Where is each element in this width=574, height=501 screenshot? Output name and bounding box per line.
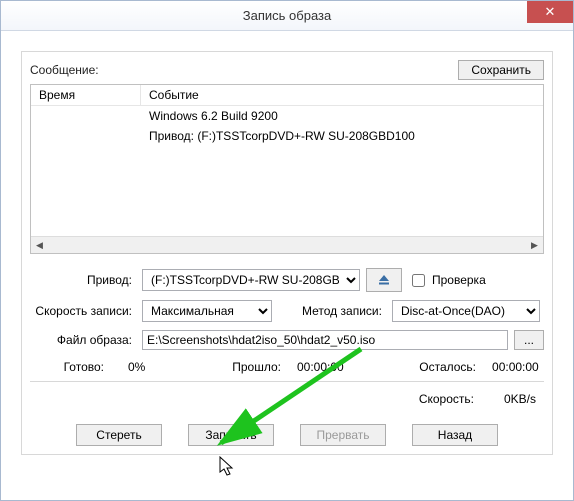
verify-label: Проверка	[432, 273, 486, 287]
message-table[interactable]: Время Событие Windows 6.2 Build 9200 При…	[30, 84, 544, 254]
save-button[interactable]: Сохранить	[458, 60, 544, 80]
close-icon: ✕	[545, 4, 556, 20]
window-title: Запись образа	[243, 8, 331, 23]
elapsed-value: 00:00:00	[287, 360, 357, 374]
back-button[interactable]: Назад	[412, 424, 498, 446]
message-label: Сообщение:	[30, 63, 99, 77]
remaining-label: Осталось:	[413, 360, 482, 374]
horizontal-scrollbar[interactable]: ◀ ▶	[31, 236, 543, 253]
percent-value: 0%	[110, 360, 170, 374]
titlebar[interactable]: Запись образа ✕	[1, 1, 573, 31]
drive-label: Привод:	[30, 273, 136, 287]
elapsed-label: Прошло:	[226, 360, 287, 374]
table-row[interactable]: Привод: (F:)TSSTcorpDVD+-RW SU-208GBD100	[31, 126, 543, 146]
main-panel: Сообщение: Сохранить Время Событие Windo…	[21, 51, 553, 455]
verify-checkbox[interactable]	[412, 274, 425, 287]
remaining-value: 00:00:00	[482, 360, 544, 374]
file-path-input[interactable]	[142, 330, 508, 350]
table-header: Время Событие	[31, 85, 543, 106]
eject-icon	[376, 272, 392, 288]
erase-button[interactable]: Стереть	[76, 424, 162, 446]
file-label: Файл образа:	[30, 333, 136, 347]
table-row[interactable]: Windows 6.2 Build 9200	[31, 106, 543, 126]
close-button[interactable]: ✕	[527, 1, 573, 23]
speed-select[interactable]: Максимальная	[142, 300, 272, 322]
speed-value: 0KB/s	[504, 392, 536, 406]
button-row: Стереть Записать Прервать Назад	[30, 424, 544, 446]
burn-button[interactable]: Записать	[188, 424, 274, 446]
drive-select[interactable]: (F:)TSSTcorpDVD+-RW SU-208GBD100	[142, 269, 360, 291]
browse-button[interactable]: ...	[514, 330, 544, 350]
col-event-header[interactable]: Событие	[141, 85, 543, 105]
method-select[interactable]: Disc-at-Once(DAO)	[392, 300, 540, 322]
verify-checkbox-wrap[interactable]: Проверка	[408, 271, 486, 290]
speed-label: Скорость:	[419, 392, 474, 406]
method-label: Метод записи:	[278, 304, 386, 318]
eject-button[interactable]	[366, 268, 402, 292]
progress-row: Готово: 0% Прошло: 00:00:00 Осталось: 00…	[30, 360, 544, 374]
scroll-right-icon[interactable]: ▶	[526, 237, 543, 254]
burn-image-dialog: Запись образа ✕ Сообщение: Сохранить Вре…	[0, 0, 574, 501]
col-time-header[interactable]: Время	[31, 85, 141, 105]
ready-label: Готово:	[30, 360, 110, 374]
scroll-left-icon[interactable]: ◀	[31, 237, 48, 254]
abort-button[interactable]: Прервать	[300, 424, 386, 446]
speed-label: Скорость записи:	[30, 304, 136, 318]
progress-bar-track	[30, 376, 544, 382]
